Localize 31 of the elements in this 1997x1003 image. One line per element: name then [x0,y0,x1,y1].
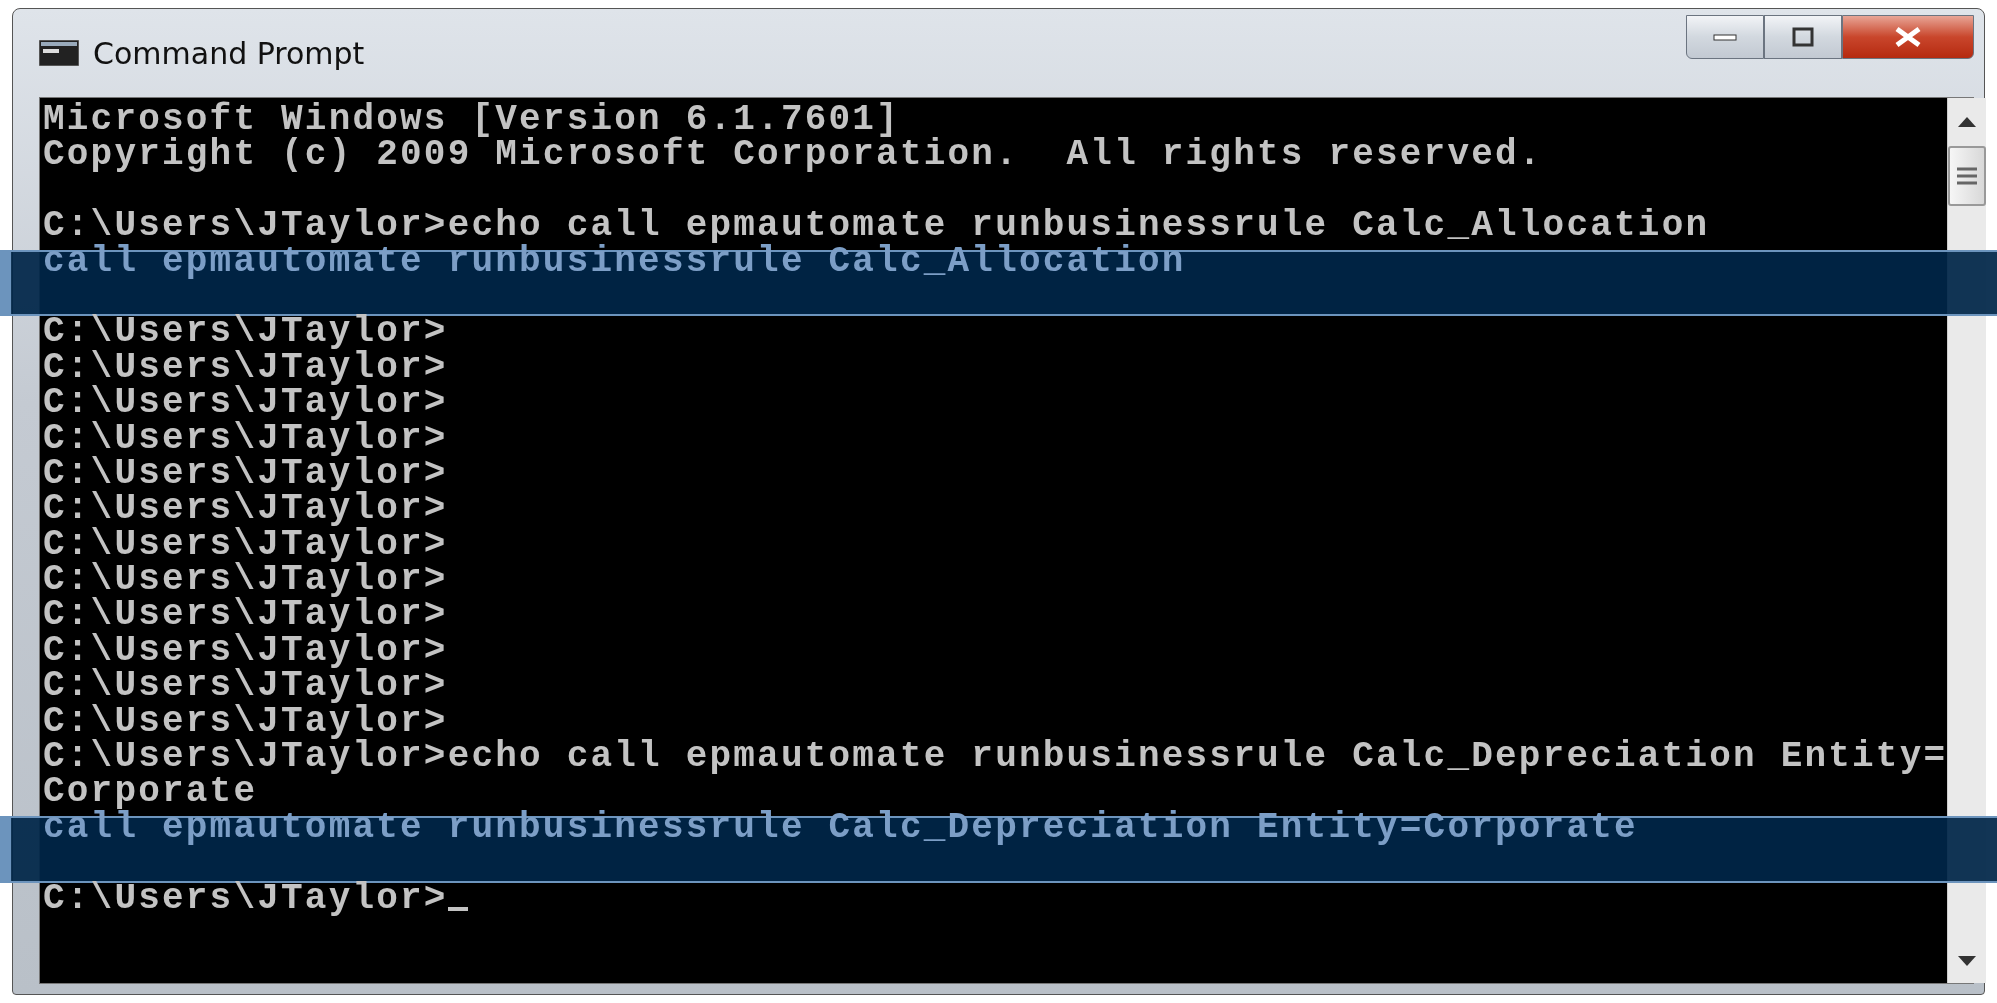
console-line: C:\Users\JTaylor> [43,880,448,916]
grip-icon [1957,167,1978,185]
scroll-down-icon[interactable] [1957,955,1978,967]
maximize-button[interactable] [1764,15,1842,59]
minimize-icon [1713,32,1737,42]
scroll-up-icon[interactable] [1957,116,1978,128]
window-title: Command Prompt [93,35,365,71]
console-line: C:\Users\JTaylor>echo call epmautomate runbusinessrule Calc_Depreciation Entity= [43,739,1948,775]
console-line: call epmautomate runbusinessrule Calc_Depreciation Entity=Corporate [43,809,1638,846]
console-app-icon [39,40,79,66]
console-line: C:\Users\JTaylor> [43,668,448,704]
console-line: C:\Users\JTaylor> [43,455,448,492]
console-line: C:\Users\JTaylor> [43,562,448,598]
console-line: C:\Users\JTaylor> [43,597,448,633]
console-line: call epmautomate runbusinessrule Calc_Allocation [43,243,1186,279]
console-line: C:\Users\JTaylor> [43,420,448,456]
console-line: C:\Users\JTaylor> [43,349,448,386]
console-line: C:\Users\JTaylor> [43,703,448,740]
console-line: Corporate [43,774,258,810]
close-button[interactable] [1842,15,1974,59]
scroll-thumb[interactable] [1948,146,1987,206]
console-line: C:\Users\JTaylor> [43,526,448,563]
console-line: Copyright (c) 2009 Microsoft Corporation. All rights reserved. [43,137,1543,173]
close-icon [1893,26,1923,48]
maximize-icon [1792,27,1814,47]
console-line: C:\Users\JTaylor> [43,314,448,350]
console-line: C:\Users\JTaylor> [43,385,448,421]
console-line: C:\Users\JTaylor> [43,491,448,527]
console-line: C:\Users\JTaylor> [43,632,448,669]
console-line: C:\Users\JTaylor>echo call epmautomate runbusinessrule Calc_Allocation [43,208,1710,244]
minimize-button[interactable] [1686,15,1764,59]
